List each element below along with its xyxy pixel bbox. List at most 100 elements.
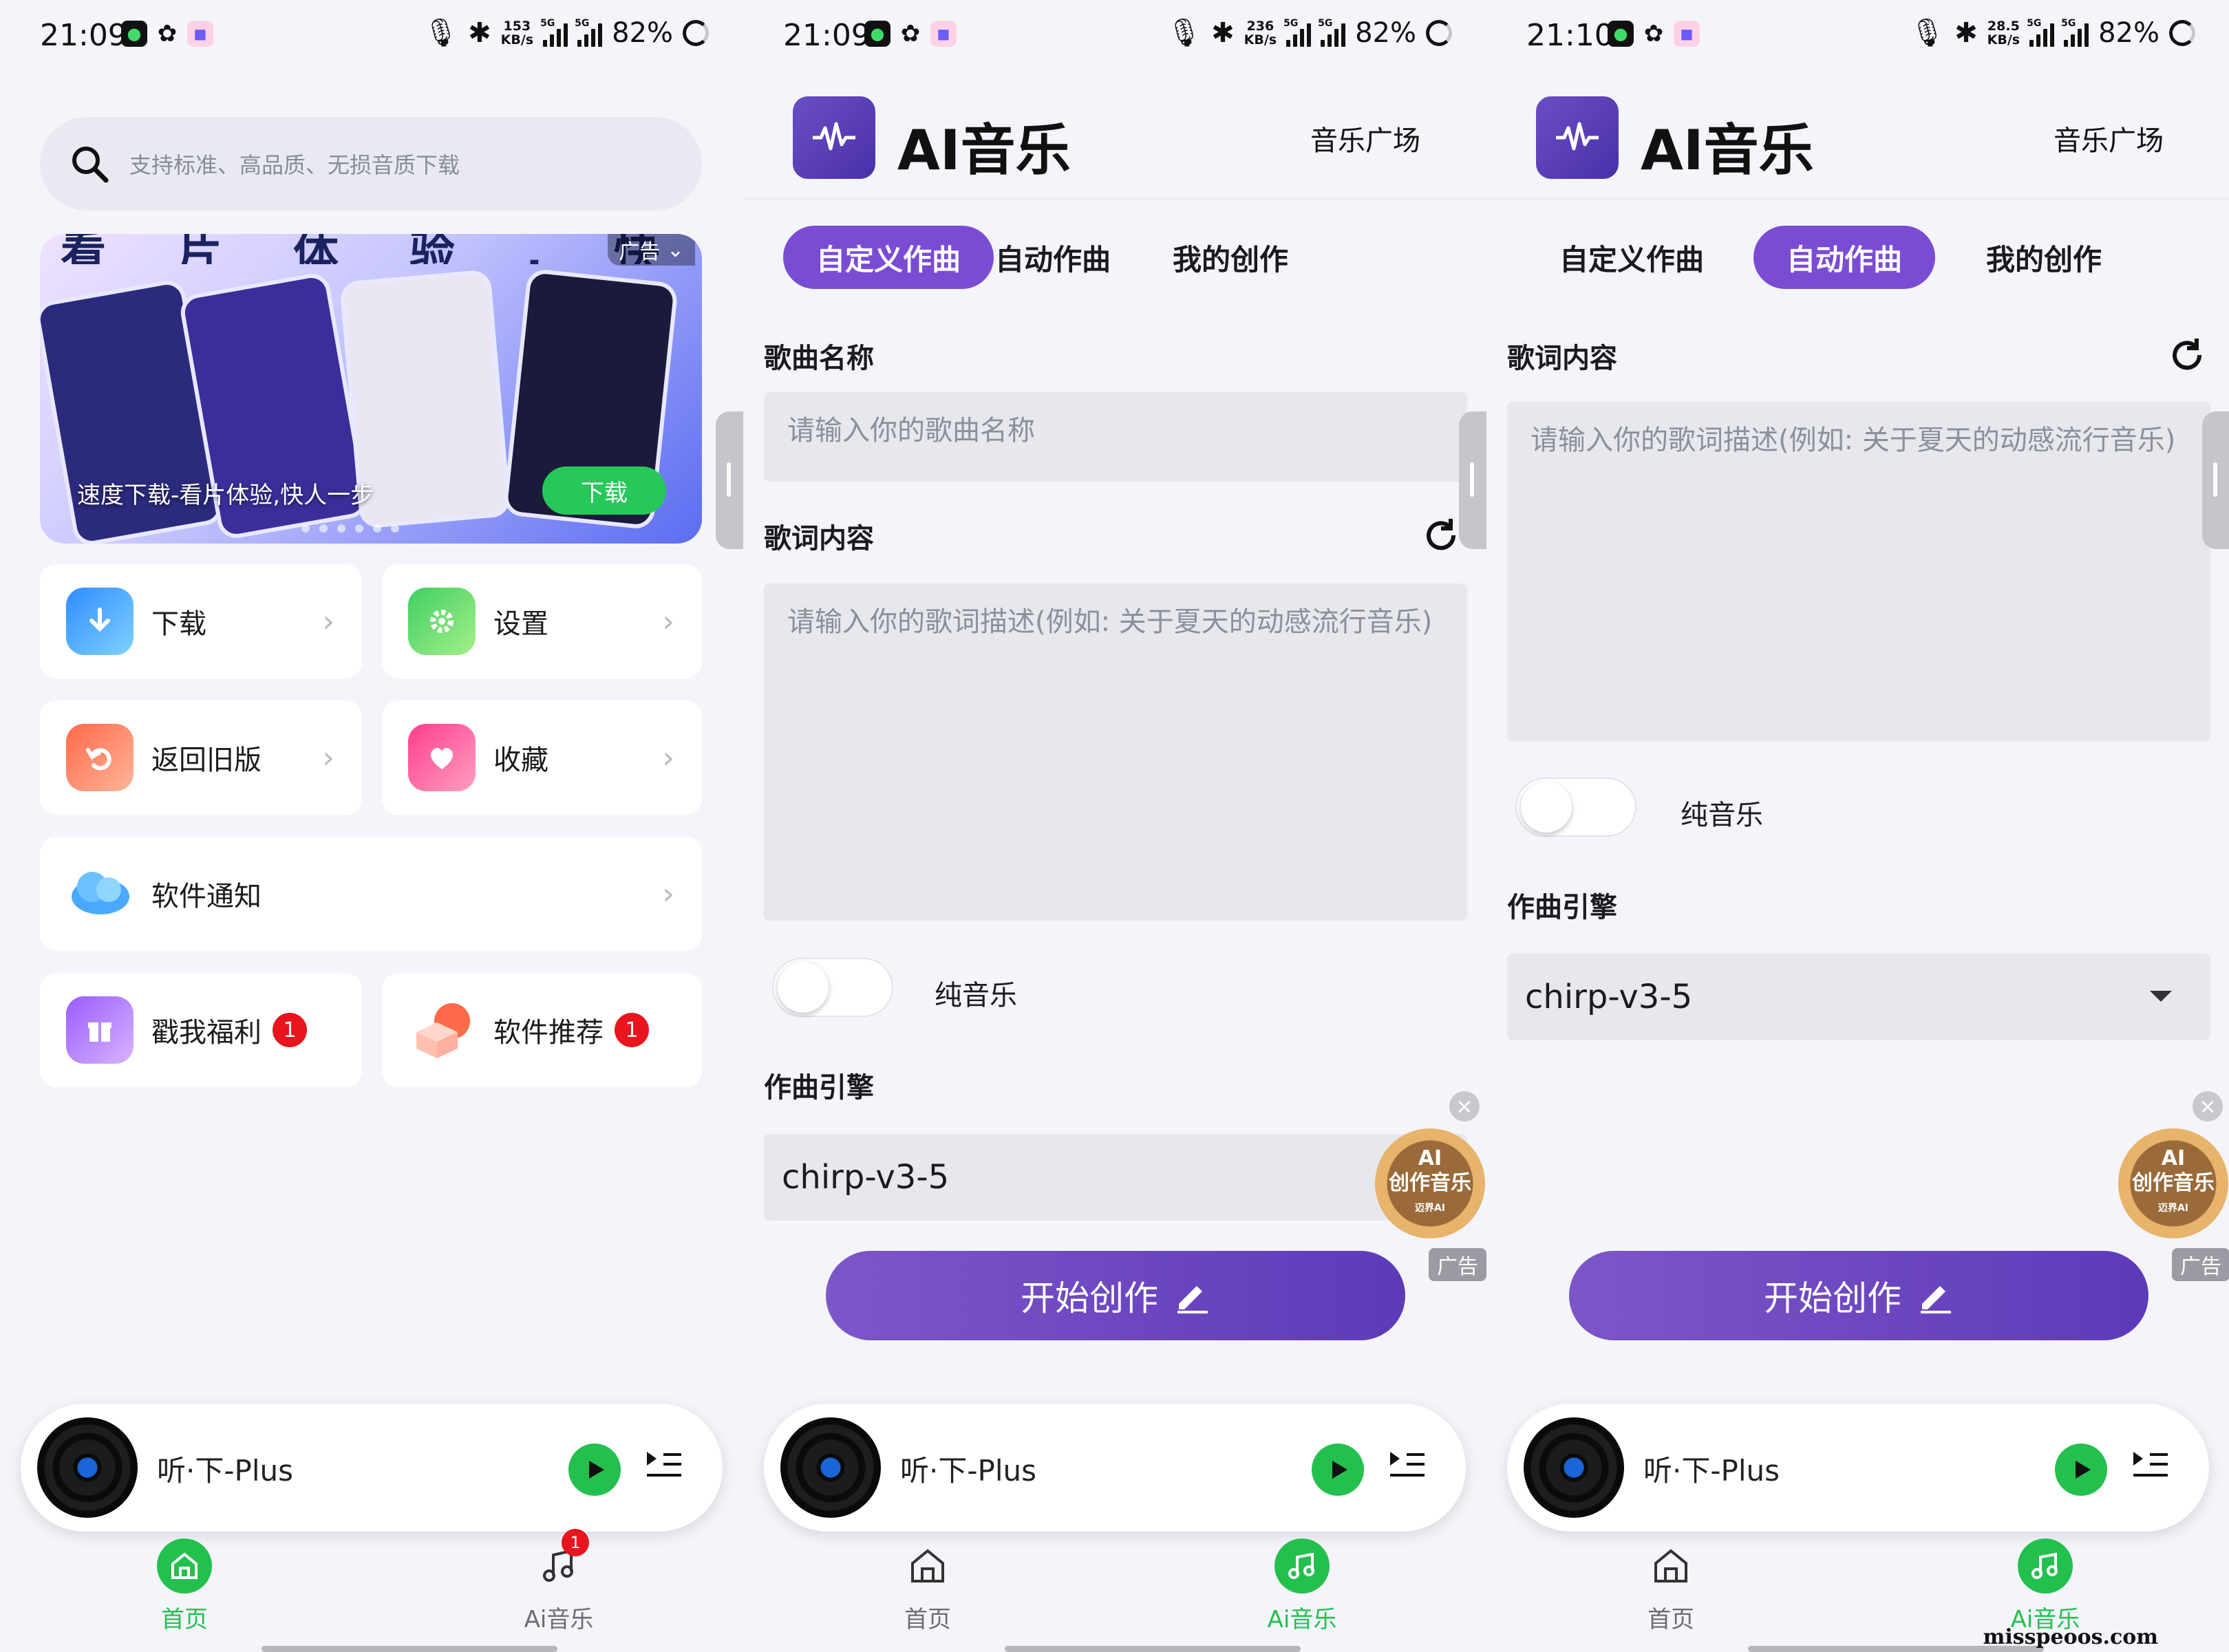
pure-music-toggle[interactable] — [1515, 777, 1636, 837]
side-drawer-handle[interactable] — [1459, 411, 1486, 549]
playlist-icon[interactable] — [2129, 1445, 2171, 1486]
nav-home[interactable]: 首页 — [116, 1538, 253, 1634]
tab-my-works[interactable]: 我的创作 — [1173, 226, 1288, 289]
lyrics-input[interactable]: 请输入你的歌词描述(例如: 关于夏天的动感流行音乐) — [764, 583, 1467, 921]
gallery-icon: ■ — [187, 21, 213, 47]
lyrics-label: 歌词内容 — [764, 523, 874, 555]
play-button[interactable] — [568, 1444, 621, 1496]
banner-download-button[interactable]: 下载 — [542, 466, 666, 515]
side-drawer-handle[interactable] — [2202, 411, 2229, 549]
engine-select[interactable]: chirp-v3-5 — [764, 1134, 1467, 1221]
status-right: 🎙 ✱ 153 KB/s 5G 5G 82% — [423, 17, 709, 49]
play-button[interactable] — [1312, 1444, 1364, 1496]
banner-caption: 速度下载-看片体验,快人一步 — [77, 482, 374, 509]
battery-percent: 82% — [2098, 17, 2159, 49]
play-button[interactable] — [2055, 1444, 2107, 1496]
tab-bar: 自定义作曲 自动作曲 我的创作 — [1486, 222, 2229, 290]
lyrics-input[interactable]: 请输入你的歌词描述(例如: 关于夏天的动感流行音乐) — [1507, 402, 2210, 742]
app-logo — [793, 96, 875, 179]
start-create-button[interactable]: 开始创作 — [1569, 1251, 2148, 1340]
bluetooth-icon: ✱ — [1211, 17, 1235, 49]
nav-ai-music[interactable]: Ai音乐 — [1976, 1538, 2114, 1634]
song-name-input[interactable]: 请输入你的歌曲名称 — [764, 392, 1467, 482]
home-icon — [157, 1538, 212, 1594]
signal-icon-2: 5G — [575, 18, 603, 47]
tab-custom[interactable]: 自定义作曲 — [783, 226, 994, 289]
engine-select[interactable]: chirp-v3-5 — [1507, 954, 2210, 1040]
nav-ai-music[interactable]: Ai音乐 — [1233, 1538, 1371, 1634]
card-welfare[interactable]: 戳我福利 1 — [40, 973, 362, 1087]
status-app-icons: ● ✿ ■ — [121, 20, 213, 47]
mini-player[interactable]: 听·下-Plus — [764, 1404, 1466, 1532]
play-icon — [2076, 1461, 2091, 1479]
card-notifications[interactable]: 软件通知 › — [40, 837, 702, 951]
card-label: 收藏 — [493, 744, 548, 776]
waveform-icon — [813, 122, 855, 151]
heart-icon — [408, 724, 476, 791]
card-label: 软件通知 — [151, 881, 262, 912]
pure-music-toggle[interactable] — [772, 958, 893, 1017]
card-recommend[interactable]: 软件推荐 1 — [382, 973, 702, 1087]
search-bar[interactable]: 支持标准、高品质、无损音质下载 — [40, 117, 702, 211]
mic-icon: 🎙 — [1910, 17, 1945, 49]
chevron-right-icon: › — [662, 877, 674, 912]
nav-ai-music[interactable]: 1 Ai音乐 — [490, 1529, 628, 1634]
mini-player[interactable]: 听·下-Plus — [21, 1404, 723, 1532]
card-favorites[interactable]: 收藏 › — [382, 700, 702, 815]
floating-ad-close-button[interactable]: × — [1449, 1091, 1480, 1122]
refresh-icon[interactable] — [2166, 334, 2208, 376]
battery-ring-icon — [683, 19, 709, 46]
status-bar: 21:09 ● ✿ ■ 🎙 ✱ 236 KB/s 5G 5G 82% — [743, 0, 1486, 76]
card-old-version[interactable]: 返回旧版 › — [40, 700, 362, 815]
signal-icon-2: 5G — [2061, 18, 2089, 47]
card-badge: 1 — [273, 1013, 307, 1047]
nav-home[interactable]: 首页 — [1602, 1538, 1740, 1634]
mini-player[interactable]: 听·下-Plus — [1507, 1404, 2209, 1532]
signal-icon: 5G — [2027, 18, 2055, 47]
tab-custom[interactable]: 自定义作曲 — [1559, 226, 1704, 289]
nav-home[interactable]: 首页 — [859, 1538, 996, 1634]
playlist-icon[interactable] — [643, 1445, 684, 1486]
floating-ad[interactable]: AI 创作音乐 迈界AI — [2118, 1128, 2228, 1238]
start-create-button[interactable]: 开始创作 — [826, 1251, 1405, 1340]
app-logo — [1536, 96, 1619, 179]
floating-ad-close-button[interactable]: × — [2193, 1091, 2223, 1122]
nav-label: Ai音乐 — [1267, 1606, 1337, 1633]
card-label: 戳我福利 — [151, 1017, 262, 1049]
playlist-icon[interactable] — [1386, 1445, 1427, 1486]
home-screen: 21:09 ● ✿ ■ 🎙 ✱ 153 KB/s 5G 5G 82% 支持标准、高… — [0, 0, 743, 1652]
bottom-nav: 首页 Ai音乐 — [743, 1538, 1486, 1652]
net-speed: 153 KB/s — [500, 18, 534, 47]
card-settings[interactable]: 设置 › — [382, 564, 702, 678]
battery-percent: 82% — [1355, 17, 1416, 49]
refresh-icon[interactable] — [1420, 515, 1462, 556]
ad-banner[interactable]: 看 片 体 验 , 快 人 一 广告 ⌄ 速度下载-看片体验,快人一步 下载 — [40, 234, 702, 544]
side-drawer-handle[interactable] — [716, 411, 743, 549]
bottom-nav: 首页 1 Ai音乐 — [0, 1529, 743, 1652]
chevron-right-icon: › — [662, 604, 674, 639]
ad-label[interactable]: 广告 ⌄ — [608, 234, 695, 266]
cloud-icon — [66, 860, 134, 927]
battery-ring-icon — [1426, 19, 1452, 46]
tab-auto[interactable]: 自动作曲 — [995, 226, 1111, 289]
status-time: 21:09 — [40, 18, 127, 53]
music-plaza-link[interactable]: 音乐广场 — [2054, 118, 2164, 158]
tab-auto[interactable]: 自动作曲 — [1753, 226, 1936, 289]
download-icon — [66, 588, 134, 655]
wechat-icon: ✿ — [157, 20, 178, 47]
engine-value: chirp-v3-5 — [782, 1158, 950, 1197]
app-notification-icon: ● — [864, 21, 890, 47]
nav-label: 首页 — [1647, 1606, 1694, 1633]
card-download[interactable]: 下载 › — [40, 564, 362, 678]
engine-value: chirp-v3-5 — [1525, 978, 1693, 1016]
floating-ad[interactable]: AI 创作音乐 迈界AI — [1375, 1128, 1485, 1238]
engine-label: 作曲引擎 — [1507, 892, 1617, 923]
ai-custom-screen: 21:09 ● ✿ ■ 🎙 ✱ 236 KB/s 5G 5G 82% AI音乐 音… — [743, 0, 1486, 1652]
tab-my-works[interactable]: 我的创作 — [1986, 226, 2102, 289]
watermark: misspeoos.com — [1983, 1625, 2158, 1649]
music-plaza-link[interactable]: 音乐广场 — [1310, 118, 1420, 158]
nav-badge: 1 — [562, 1529, 589, 1556]
app-title: AI音乐 — [1641, 118, 1814, 182]
gear-icon — [408, 588, 476, 655]
signal-icon: 5G — [540, 18, 568, 47]
